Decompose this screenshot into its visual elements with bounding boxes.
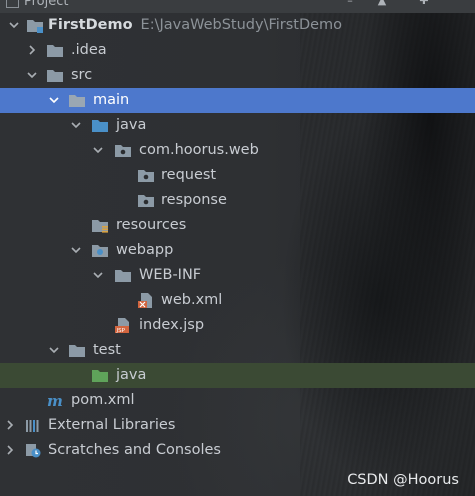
folder-icon (47, 45, 63, 57)
tree-item-pom[interactable]: m pom.xml (0, 388, 475, 413)
tree-item-main[interactable]: main (0, 88, 475, 113)
chevron-down-icon[interactable] (92, 269, 104, 281)
tree-item-label: src (71, 67, 93, 83)
module-name: FirstDemo (48, 17, 133, 33)
tree-item-request[interactable]: request (0, 163, 475, 188)
folder-icon (69, 95, 85, 107)
svg-text:m: m (47, 392, 63, 409)
tree-item-label: response (161, 192, 227, 208)
tree-item-webxml[interactable]: web.xml (0, 288, 475, 313)
tree-item-label: com.hoorus.web (139, 142, 259, 158)
tree-item-firstdemo[interactable]: FirstDemo E:\JavaWebStudy\FirstDemo (0, 13, 475, 38)
project-icon (6, 0, 19, 8)
chevron-down-icon[interactable] (70, 244, 82, 256)
scratches-icon (26, 444, 41, 458)
folder-icon (115, 270, 131, 282)
tool-window-title[interactable]: Project (24, 0, 68, 9)
xml-file-icon (138, 293, 152, 308)
package-icon (115, 145, 131, 157)
chevron-down-icon[interactable] (92, 144, 104, 156)
tree-item-label: request (161, 167, 217, 183)
tree-item-label: web.xml (161, 292, 223, 308)
chevron-down-icon[interactable] (70, 119, 82, 131)
chevron-right-icon[interactable] (4, 419, 16, 431)
tree-item-label: test (93, 342, 121, 358)
chevron-down-icon[interactable] (8, 19, 20, 31)
tree-item-response[interactable]: response (0, 188, 475, 213)
tree-item-label: .idea (71, 42, 107, 58)
tool-window-header: Project – ▲ ✚ (0, 0, 475, 13)
tree-item-label: java (116, 367, 147, 383)
tree-item-idea[interactable]: .idea (0, 38, 475, 63)
tree-item-resources[interactable]: resources (0, 213, 475, 238)
gear-icon[interactable]: ✚ (418, 0, 430, 6)
tree-item-webinf[interactable]: WEB-INF (0, 263, 475, 288)
tree-item-label: webapp (116, 242, 174, 258)
watermark: CSDN @Hoorus (347, 472, 459, 488)
tree-item-test[interactable]: test (0, 338, 475, 363)
resources-folder-icon (92, 220, 108, 233)
tree-item-label: java (116, 117, 147, 133)
folder-icon (69, 345, 85, 357)
collapse-all-icon[interactable]: – (344, 0, 356, 6)
tree-item-src[interactable]: src (0, 63, 475, 88)
web-folder-icon (92, 245, 108, 257)
folder-icon (47, 70, 63, 82)
tree-item-java[interactable]: java (0, 113, 475, 138)
chevron-right-icon[interactable] (26, 44, 38, 56)
library-icon (26, 420, 39, 432)
jsp-file-icon: JSP (115, 318, 129, 334)
tree-item-package[interactable]: com.hoorus.web (0, 138, 475, 163)
package-icon (138, 170, 154, 182)
source-folder-icon (92, 120, 108, 132)
tree-item-label: resources (116, 217, 187, 233)
scroll-from-source-icon[interactable]: ▲ (376, 0, 388, 6)
module-folder-icon (27, 20, 43, 33)
tree-item-indexjsp[interactable]: JSP index.jsp (0, 313, 475, 338)
tree-item-label: index.jsp (139, 317, 205, 333)
tree-item-external-libraries[interactable]: External Libraries (0, 413, 475, 438)
maven-icon: m (47, 392, 63, 409)
tree-item-webapp[interactable]: webapp (0, 238, 475, 263)
chevron-down-icon[interactable] (48, 344, 60, 356)
tree-item-label: pom.xml (71, 392, 135, 408)
module-path: E:\JavaWebStudy\FirstDemo (140, 17, 343, 33)
tree-item-label: External Libraries (48, 417, 176, 433)
tree-item-test-java[interactable]: java (0, 363, 475, 388)
chevron-down-icon[interactable] (26, 69, 38, 81)
chevron-right-icon[interactable] (4, 444, 16, 456)
tree-item-label: WEB-INF (139, 267, 202, 283)
svg-text:JSP: JSP (116, 328, 126, 334)
tree-item-label: FirstDemo E:\JavaWebStudy\FirstDemo (48, 16, 342, 35)
tree-item-label: Scratches and Consoles (48, 442, 221, 458)
test-source-folder-icon (92, 370, 108, 382)
chevron-down-icon[interactable] (48, 94, 60, 106)
tree-item-label: main (93, 92, 130, 108)
tree-item-scratches[interactable]: Scratches and Consoles (0, 438, 475, 463)
package-icon (138, 195, 154, 207)
